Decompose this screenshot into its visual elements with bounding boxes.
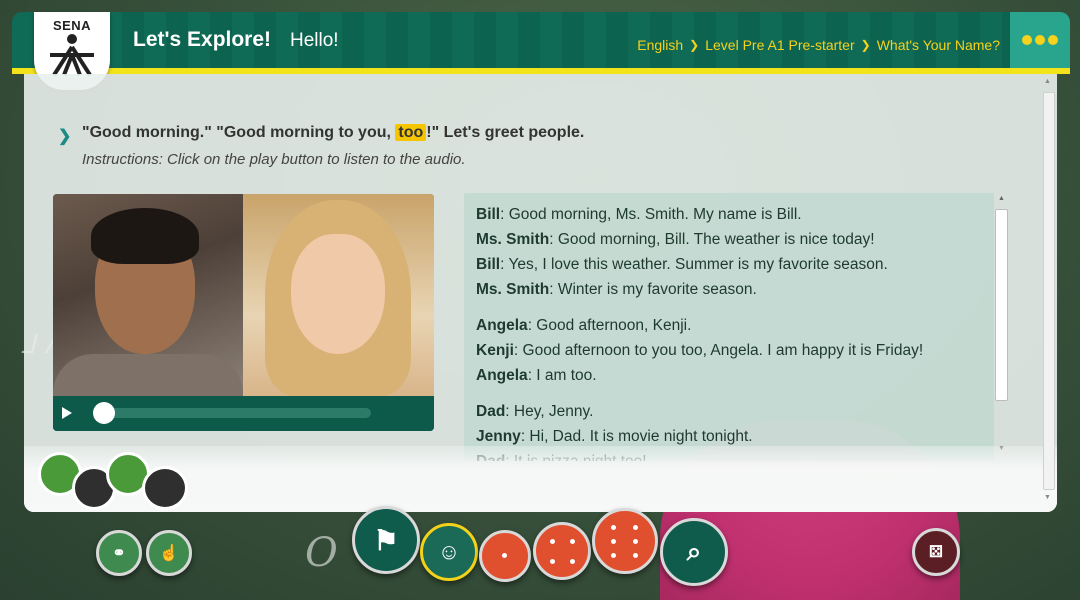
scrollbar-thumb[interactable] xyxy=(995,209,1008,401)
dice-four-icon[interactable] xyxy=(533,522,591,580)
photo-dice-icon[interactable]: ⚄ xyxy=(912,528,960,576)
scroll-down-icon[interactable]: ▼ xyxy=(1044,494,1051,501)
boy-face-icon[interactable]: ☺ xyxy=(420,523,478,581)
dialogue-gap xyxy=(476,388,982,399)
scroll-up-icon[interactable]: ▲ xyxy=(1044,78,1051,85)
chevron-right-icon: ❯ xyxy=(860,38,871,52)
dialogue-text: : Hey, Jenny. xyxy=(505,403,594,420)
sena-logo-icon xyxy=(50,34,94,77)
dialogue-line: Kenji: Good afternoon to you too, Angela… xyxy=(476,338,982,363)
app-header: SENA Let's Explore! Hello! English ❯ Lev… xyxy=(12,12,1070,90)
highlight-word: too xyxy=(395,124,427,141)
flag-icon[interactable]: ⚑ xyxy=(352,506,420,574)
woman-face xyxy=(291,234,385,354)
player-controls xyxy=(53,396,434,431)
content-panel: ❯ "Good morning." "Good morning to you, … xyxy=(24,74,1057,512)
dialogue-transcript[interactable]: Bill: Good morning, Ms. Smith. My name i… xyxy=(464,193,994,461)
dice-six-icon[interactable] xyxy=(592,508,658,574)
more-dots-icon-dot xyxy=(1035,35,1045,45)
video-frame-man xyxy=(53,194,243,404)
dialogue-text: : Good morning, Bill. The weather is nic… xyxy=(549,231,875,248)
dialogue-line: Angela: Good afternoon, Kenji. xyxy=(476,313,982,338)
dialogue-line: Ms. Smith: Winter is my favorite season. xyxy=(476,277,982,302)
man-hair xyxy=(91,208,199,264)
dialogue-text: : Good morning, Ms. Smith. My name is Bi… xyxy=(500,206,802,223)
speaker-name: Dad xyxy=(476,403,506,420)
touch-letter-icon[interactable]: ☝ xyxy=(146,530,192,576)
speaker-name: Kenji xyxy=(476,342,514,359)
lesson-heading-text: "Good morning." "Good morning to you, xyxy=(82,124,396,141)
more-dots-icon-dot xyxy=(1048,35,1058,45)
panel-scrollbar[interactable]: ▲ ▼ xyxy=(1041,78,1055,504)
speaker-name: Angela xyxy=(476,367,528,384)
search-person-icon[interactable]: ⌕ xyxy=(660,518,728,586)
chalk-doodle: O xyxy=(305,530,338,576)
dialogue-text: : I am too. xyxy=(527,367,597,384)
dialogue-text: : Winter is my favorite season. xyxy=(549,281,757,298)
breadcrumb-item-level[interactable]: Level Pre A1 Pre-starter xyxy=(705,37,854,53)
glossary-icon[interactable]: ⚭ xyxy=(96,530,142,576)
video-frame-woman xyxy=(243,194,434,396)
speaker-name: Bill xyxy=(476,206,501,223)
play-icon[interactable] xyxy=(62,407,72,419)
speaker-name: Ms. Smith xyxy=(476,231,550,248)
breadcrumb-item-english[interactable]: English xyxy=(637,37,683,53)
progress-track[interactable] xyxy=(99,408,371,418)
speaker-name: Jenny xyxy=(476,428,521,445)
dialogue-line: Bill: Good morning, Ms. Smith. My name i… xyxy=(476,202,982,227)
more-menu-button[interactable] xyxy=(1010,12,1070,68)
dialogue-line: Bill: Yes, I love this weather. Summer i… xyxy=(476,252,982,277)
logo-text: SENA xyxy=(52,18,92,33)
dialogue-gap xyxy=(476,302,982,313)
speaker-name: Bill xyxy=(476,256,501,273)
scrollbar-thumb[interactable] xyxy=(1043,92,1055,490)
transcript-scrollbar[interactable]: ▲ ▼ xyxy=(994,193,1009,458)
dialogue-text: : Hi, Dad. It is movie night tonight. xyxy=(520,428,753,445)
app-subtitle: Hello! xyxy=(290,30,339,51)
breadcrumb-item-lesson[interactable]: What's Your Name? xyxy=(877,37,1000,53)
dialogue-line: Dad: Hey, Jenny. xyxy=(476,399,982,424)
dialogue-text: : Good afternoon to you too, Angela. I a… xyxy=(513,342,924,359)
speaker-name: Ms. Smith xyxy=(476,281,550,298)
lesson-heading: "Good morning." "Good morning to you, to… xyxy=(82,124,584,142)
dialogue-list: Bill: Good morning, Ms. Smith. My name i… xyxy=(464,193,994,461)
video-player[interactable] xyxy=(53,194,434,431)
dice-one-icon[interactable] xyxy=(479,530,531,582)
chevron-right-icon: ❯ xyxy=(689,38,700,52)
instructions-text: Instructions: Click on the play button t… xyxy=(82,151,466,168)
breadcrumb: English ❯ Level Pre A1 Pre-starter ❯ Wha… xyxy=(637,37,1000,53)
dialogue-line: Angela: I am too. xyxy=(476,363,982,388)
app-title: Let's Explore! xyxy=(133,28,272,51)
scroll-up-icon[interactable]: ▲ xyxy=(998,195,1005,202)
dialogue-text: : Good afternoon, Kenji. xyxy=(527,317,692,334)
dialogue-text: : Yes, I love this weather. Summer is my… xyxy=(500,256,888,273)
character-dark-icon[interactable] xyxy=(142,466,188,510)
speaker-name: Angela xyxy=(476,317,528,334)
more-dots-icon xyxy=(1022,35,1032,45)
progress-knob[interactable] xyxy=(93,402,115,424)
chevron-right-icon: ❯ xyxy=(58,128,72,145)
dialogue-line: Ms. Smith: Good morning, Bill. The weath… xyxy=(476,227,982,252)
lesson-heading-text: !" Let's greet people. xyxy=(426,124,585,141)
